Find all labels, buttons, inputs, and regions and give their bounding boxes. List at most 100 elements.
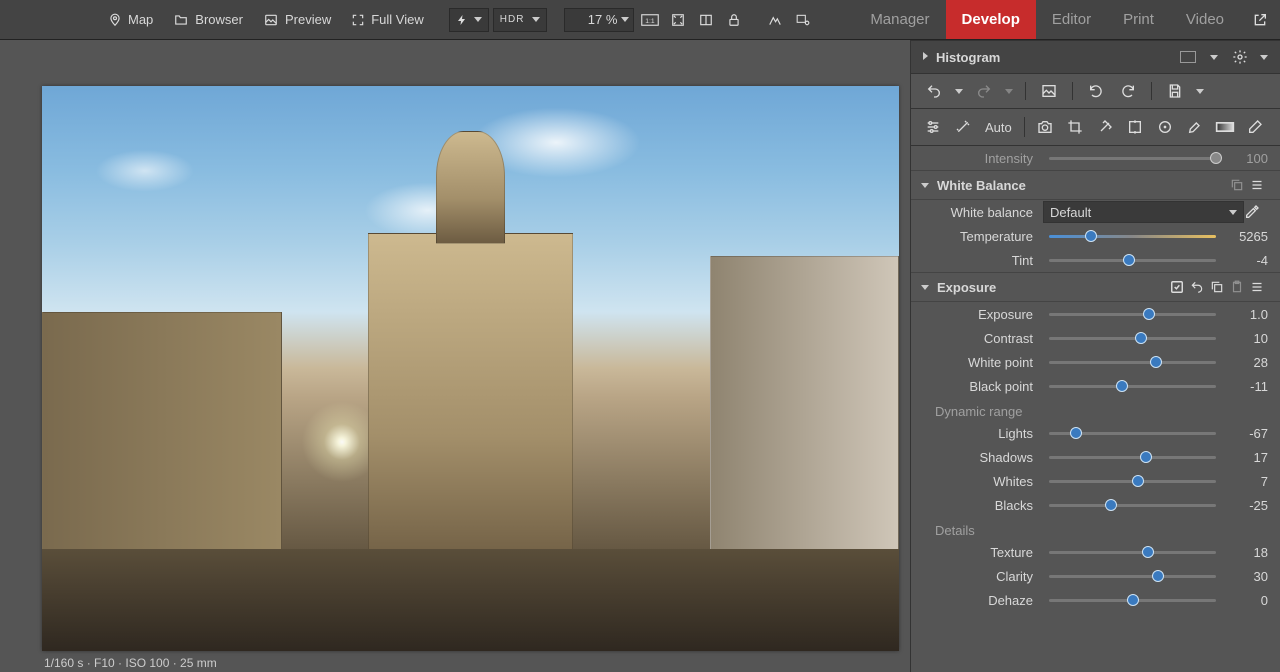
image-metadata: 1/160 s · F10 · ISO 100 · 25 mm [44, 656, 217, 670]
reset-button[interactable] [1190, 280, 1210, 294]
wb-picker-button[interactable] [1244, 204, 1268, 220]
histogram-peak-icon [767, 13, 783, 27]
exposure-header[interactable]: Exposure [911, 272, 1280, 302]
temperature-value: 5265 [1222, 229, 1268, 244]
whites-label: Whites [911, 474, 1043, 489]
histogram-header[interactable]: Histogram [911, 40, 1280, 74]
whites-slider[interactable] [1049, 480, 1216, 483]
exposure-slider[interactable] [1049, 313, 1216, 316]
dynamic-range-label: Dynamic range [911, 398, 1280, 421]
rect-icon[interactable] [1180, 51, 1196, 63]
toggle-check-button[interactable] [1170, 280, 1190, 294]
shadows-slider[interactable] [1049, 456, 1216, 459]
wb-mode-dropdown[interactable]: Default [1043, 201, 1244, 223]
radial-tool[interactable] [1155, 117, 1175, 137]
blacks-label: Blacks [911, 498, 1043, 513]
tab-editor[interactable]: Editor [1036, 0, 1107, 39]
texture-slider[interactable] [1049, 551, 1216, 554]
whitepoint-slider[interactable] [1049, 361, 1216, 364]
intensity-row: Intensity 100 [911, 146, 1280, 170]
gradient-tool[interactable] [1215, 117, 1235, 137]
tint-row: Tint -4 [911, 248, 1280, 272]
tab-manager[interactable]: Manager [854, 0, 945, 39]
building-shape [436, 131, 505, 244]
clarity-row: Clarity 30 [911, 564, 1280, 588]
shadows-value: 17 [1222, 450, 1268, 465]
brush-tool[interactable] [1185, 117, 1205, 137]
browser-button[interactable]: Browser [165, 0, 251, 39]
chevron-down-icon[interactable] [1210, 55, 1218, 60]
tab-print[interactable]: Print [1107, 0, 1170, 39]
rotate-left-button[interactable] [1085, 80, 1107, 102]
auto-button[interactable]: Auto [983, 120, 1014, 135]
lights-label: Lights [911, 426, 1043, 441]
hdr-label: HDR [500, 14, 525, 25]
tab-develop[interactable]: Develop [946, 0, 1036, 39]
expand-icon [351, 13, 365, 27]
spot-tool[interactable] [1095, 117, 1115, 137]
lock-button[interactable] [722, 8, 746, 32]
image-viewer[interactable]: 1/160 s · F10 · ISO 100 · 25 mm [0, 40, 910, 672]
magic-button[interactable] [953, 117, 973, 137]
chevron-down-icon[interactable] [1260, 55, 1268, 60]
svg-text:1:1: 1:1 [646, 18, 656, 25]
whites-value: 7 [1222, 474, 1268, 489]
fullview-button[interactable]: Full View [343, 0, 432, 39]
copy-icon [1210, 280, 1224, 294]
chevron-down-icon [474, 17, 482, 22]
tab-video[interactable]: Video [1170, 0, 1240, 39]
menu-button[interactable] [1250, 281, 1270, 293]
intensity-slider[interactable] [1049, 157, 1216, 160]
texture-label: Texture [911, 545, 1043, 560]
copy-button[interactable] [1210, 280, 1230, 294]
preview-button[interactable]: Preview [255, 0, 339, 39]
exposure-title: Exposure [937, 280, 1170, 295]
blackpoint-slider[interactable] [1049, 385, 1216, 388]
popout-button[interactable] [1240, 0, 1280, 39]
undo-button[interactable] [923, 80, 945, 102]
mode-tabs: Manager Develop Editor Print Video [854, 0, 1280, 39]
compare-button[interactable] [694, 8, 718, 32]
overexposure-button[interactable] [763, 8, 787, 32]
popout-icon [1252, 12, 1268, 28]
dehaze-slider[interactable] [1049, 599, 1216, 602]
redo-button[interactable] [973, 80, 995, 102]
save-preset-button[interactable] [1164, 80, 1186, 102]
temperature-slider[interactable] [1049, 235, 1216, 238]
contrast-slider[interactable] [1049, 337, 1216, 340]
blacks-value: -25 [1222, 498, 1268, 513]
menu-button[interactable] [1250, 179, 1270, 191]
settings-image-button[interactable] [791, 8, 815, 32]
adjustments-scroll[interactable]: Style Neutral Intensity 100 White Balanc… [911, 146, 1280, 672]
whitebalance-header[interactable]: White Balance [911, 170, 1280, 200]
lights-slider[interactable] [1049, 432, 1216, 435]
rotate-right-icon [1120, 83, 1136, 99]
zoom-1to1-button[interactable]: 1:1 [638, 8, 662, 32]
wb-mode-value: Default [1050, 205, 1091, 220]
texture-row: Texture 18 [911, 540, 1280, 564]
sliders-icon [925, 119, 941, 135]
rotate-right-button[interactable] [1117, 80, 1139, 102]
snapshot-button[interactable] [1038, 80, 1060, 102]
redeye-tool[interactable] [1125, 117, 1145, 137]
blacks-slider[interactable] [1049, 504, 1216, 507]
sliders-button[interactable] [923, 117, 943, 137]
eraser-tool[interactable] [1245, 117, 1265, 137]
clarity-slider[interactable] [1049, 575, 1216, 578]
undo-icon [925, 83, 943, 99]
chevron-down-icon[interactable] [1196, 89, 1204, 94]
copy-settings-button[interactable] [1230, 178, 1250, 192]
hdr-dropdown[interactable]: HDR [493, 8, 548, 32]
crop-tool[interactable] [1065, 117, 1085, 137]
gear-icon[interactable] [1232, 49, 1248, 65]
zoom-field[interactable]: 17 % [564, 8, 634, 32]
chevron-down-icon[interactable] [955, 89, 963, 94]
zoom-fit-button[interactable] [666, 8, 690, 32]
separator [1025, 82, 1026, 100]
map-button[interactable]: Map [100, 0, 161, 39]
top-toolbar: Map Browser Preview Full View HDR 17 % 1… [0, 0, 1280, 40]
paste-button[interactable] [1230, 280, 1250, 294]
flash-dropdown[interactable] [449, 8, 489, 32]
camera-tool[interactable] [1035, 117, 1055, 137]
tint-slider[interactable] [1049, 259, 1216, 262]
